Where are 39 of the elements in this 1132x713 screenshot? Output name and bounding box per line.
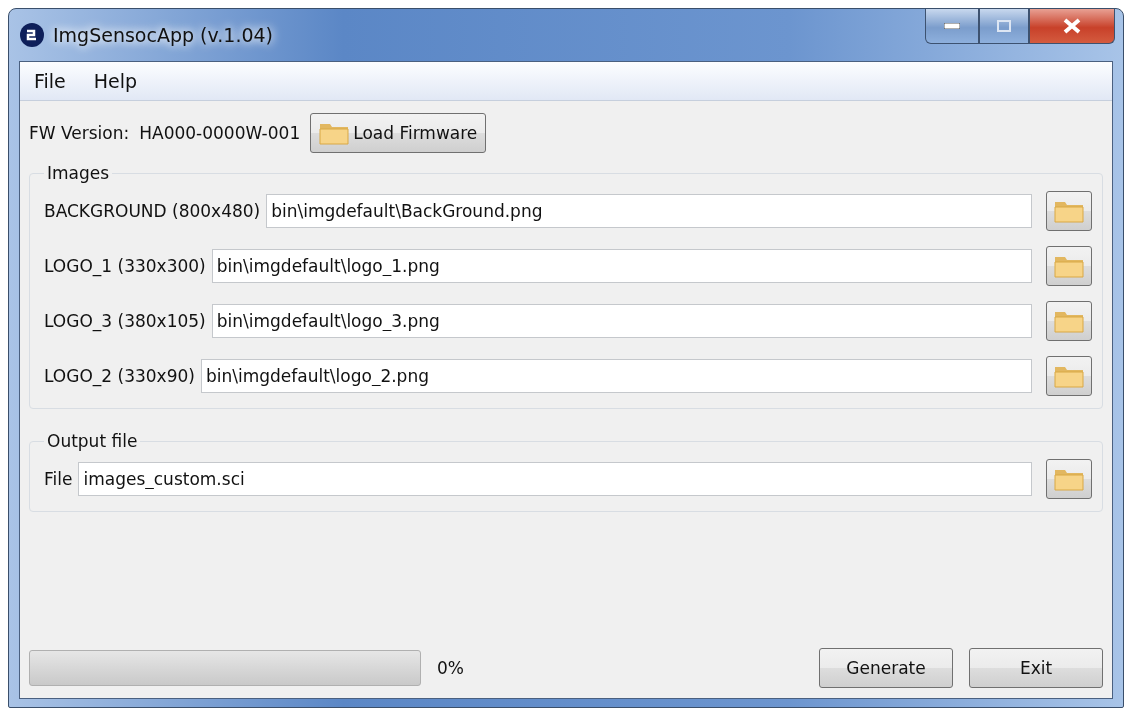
close-icon bbox=[1063, 18, 1081, 34]
browse-button[interactable] bbox=[1046, 356, 1092, 396]
load-firmware-button[interactable]: Load Firmware bbox=[310, 113, 487, 153]
browse-button[interactable] bbox=[1046, 301, 1092, 341]
maximize-button[interactable] bbox=[979, 9, 1029, 44]
minimize-icon bbox=[944, 23, 960, 29]
path-field[interactable]: bin\imgdefault\logo_2.png bbox=[200, 359, 1032, 393]
file-label: File bbox=[44, 469, 73, 489]
path-field[interactable]: bin\imgdefault\logo_3.png bbox=[211, 304, 1032, 338]
generate-button[interactable]: Generate bbox=[819, 648, 953, 688]
folder-icon bbox=[319, 121, 350, 145]
image-label: LOGO_2 (330x90) bbox=[44, 366, 195, 386]
minimize-button[interactable] bbox=[925, 9, 979, 44]
image-label: LOGO_3 (380x105) bbox=[44, 311, 206, 331]
group-title: Images bbox=[46, 163, 111, 183]
group-title: Output file bbox=[46, 431, 139, 451]
image-label: BACKGROUND (800x480) bbox=[44, 201, 261, 221]
progress-reading: 0% bbox=[437, 658, 464, 678]
path-field[interactable]: bin\imgdefault\BackGround.png bbox=[266, 194, 1032, 228]
file-field[interactable]: images_custom.sci bbox=[78, 462, 1032, 496]
firmware-label: FW Version: bbox=[29, 123, 130, 143]
browse-button[interactable] bbox=[1046, 191, 1092, 231]
folder-icon bbox=[1054, 254, 1084, 278]
folder-icon bbox=[1054, 309, 1084, 333]
path-field[interactable]: bin\imgdefault\logo_1.png bbox=[211, 249, 1032, 283]
folder-icon bbox=[1054, 467, 1084, 491]
close-button[interactable] bbox=[1029, 9, 1115, 44]
maximize-icon bbox=[997, 20, 1011, 32]
window-title: ImgSensocApp (v.1.04) bbox=[53, 24, 274, 46]
exit-button[interactable]: Exit bbox=[969, 648, 1103, 688]
menu-item[interactable]: Help bbox=[93, 70, 138, 92]
app-icon bbox=[19, 22, 45, 48]
folder-icon bbox=[1054, 364, 1084, 388]
menu-item[interactable]: File bbox=[34, 70, 66, 92]
browse-button[interactable] bbox=[1046, 246, 1092, 286]
folder-icon bbox=[1054, 199, 1084, 223]
browse-button[interactable] bbox=[1046, 459, 1092, 499]
firmware-version: HA000-0000W-001 bbox=[139, 123, 301, 143]
image-label: LOGO_1 (330x300) bbox=[44, 256, 206, 276]
